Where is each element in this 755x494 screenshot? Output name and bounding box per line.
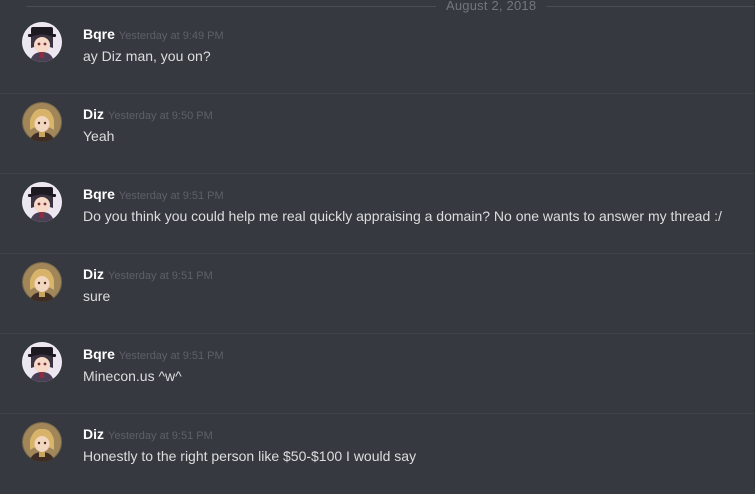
- date-divider-label: August 2, 2018: [436, 0, 547, 14]
- message-content: Minecon.us ^w^: [83, 368, 182, 384]
- message-header: Bqre Yesterday at 9:49 PM: [83, 26, 224, 44]
- message: Bqre Yesterday at 9:51 PM Minecon.us ^w^: [0, 334, 755, 414]
- message: Diz Yesterday at 9:50 PM Yeah: [0, 94, 755, 174]
- username[interactable]: Diz: [83, 106, 104, 122]
- message-content: sure: [83, 288, 111, 304]
- message: Bqre Yesterday at 9:49 PM ay Diz man, you…: [0, 14, 755, 94]
- message-list: Bqre Yesterday at 9:49 PM ay Diz man, you…: [0, 14, 755, 494]
- avatar-bqre-icon[interactable]: [22, 342, 62, 382]
- avatar-bqre-icon[interactable]: [22, 22, 62, 62]
- avatar-diz-icon[interactable]: [22, 262, 62, 302]
- username[interactable]: Diz: [83, 266, 104, 282]
- avatar-diz-icon[interactable]: [22, 422, 62, 462]
- message-header: Bqre Yesterday at 9:51 PM: [83, 346, 224, 364]
- timestamp: Yesterday at 9:51 PM: [118, 350, 224, 362]
- message: Diz Yesterday at 9:51 PM Honestly to the …: [0, 414, 755, 494]
- timestamp: Yesterday at 9:51 PM: [108, 270, 213, 282]
- message-header: Diz Yesterday at 9:50 PM: [83, 106, 213, 124]
- timestamp: Yesterday at 9:51 PM: [118, 190, 224, 202]
- message-content: Do you think you could help me real quic…: [83, 208, 722, 224]
- message-header: Diz Yesterday at 9:51 PM: [83, 426, 213, 444]
- message-header: Diz Yesterday at 9:51 PM: [83, 266, 213, 284]
- username[interactable]: Diz: [83, 426, 104, 442]
- username[interactable]: Bqre: [83, 186, 115, 202]
- username[interactable]: Bqre: [83, 346, 115, 362]
- timestamp: Yesterday at 9:49 PM: [118, 30, 224, 42]
- date-divider: August 2, 2018: [0, 0, 755, 14]
- timestamp: Yesterday at 9:50 PM: [108, 110, 213, 122]
- message: Diz Yesterday at 9:51 PM sure: [0, 254, 755, 334]
- avatar-diz-icon[interactable]: [22, 102, 62, 142]
- message-content: ay Diz man, you on?: [83, 48, 211, 64]
- message-content: Honestly to the right person like $50-$1…: [83, 448, 417, 464]
- message-header: Bqre Yesterday at 9:51 PM: [83, 186, 224, 204]
- timestamp: Yesterday at 9:51 PM: [108, 430, 213, 442]
- message-content: Yeah: [83, 128, 115, 144]
- message: Bqre Yesterday at 9:51 PM Do you think yo…: [0, 174, 755, 254]
- username[interactable]: Bqre: [83, 26, 115, 42]
- avatar-bqre-icon[interactable]: [22, 182, 62, 222]
- date-divider-line: [26, 6, 755, 7]
